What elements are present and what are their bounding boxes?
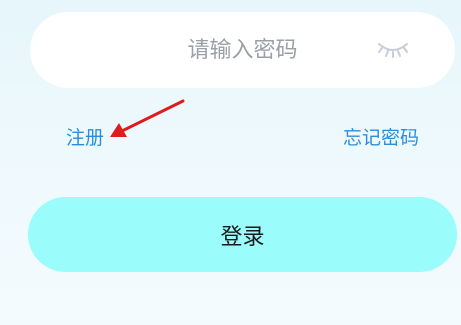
- login-button[interactable]: 登录: [28, 197, 457, 272]
- password-field-container: [30, 12, 455, 88]
- eye-closed-icon[interactable]: [376, 40, 410, 60]
- register-link[interactable]: 注册: [66, 125, 104, 151]
- forgot-password-link[interactable]: 忘记密码: [343, 125, 419, 151]
